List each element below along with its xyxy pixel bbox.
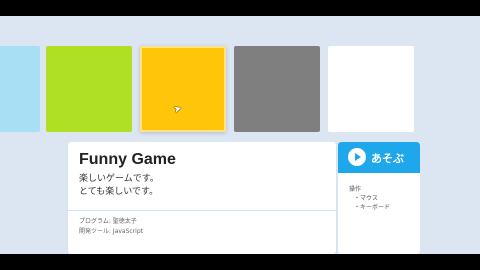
game-thumbnail-white[interactable] — [328, 46, 414, 132]
controls-section: 操作 ・マウス ・キーボード — [349, 185, 390, 212]
game-actions-card: あそぶ 操作 ・マウス ・キーボード — [338, 142, 420, 254]
game-thumbnail-blue[interactable] — [0, 46, 40, 132]
program-credit: プログラム: 聖徳太子 — [79, 218, 137, 225]
game-thumbnail-green[interactable] — [46, 46, 132, 132]
play-circle-icon — [348, 148, 366, 166]
controls-title: 操作 — [349, 186, 362, 193]
play-button[interactable]: あそぶ — [338, 142, 420, 173]
game-description: 楽しいゲームです。 とても楽しいです。 — [79, 173, 159, 199]
game-thumbnail-yellow-selected[interactable] — [140, 46, 226, 132]
play-button-label: あそぶ — [371, 152, 404, 165]
description-line-2: とても楽しいです。 — [79, 187, 159, 197]
game-title: Funny Game — [79, 151, 176, 168]
development-tool: 開発ツール: JavaScript — [79, 228, 144, 235]
game-metadata: プログラム: 聖徳太子 開発ツール: JavaScript — [79, 217, 143, 237]
description-line-1: 楽しいゲームです。 — [79, 174, 159, 184]
game-info-card: Funny Game 楽しいゲームです。 とても楽しいです。 プログラム: 聖徳… — [68, 142, 336, 254]
game-thumbnail-gray[interactable] — [234, 46, 320, 132]
control-mouse: ・マウス — [354, 195, 379, 202]
game-page-screen: ➤ Funny Game 楽しいゲームです。 とても楽しいです。 プログラム: … — [0, 16, 480, 254]
control-keyboard: ・キーボード — [354, 204, 391, 211]
game-summary-section: Funny Game 楽しいゲームです。 とても楽しいです。 — [68, 142, 336, 211]
